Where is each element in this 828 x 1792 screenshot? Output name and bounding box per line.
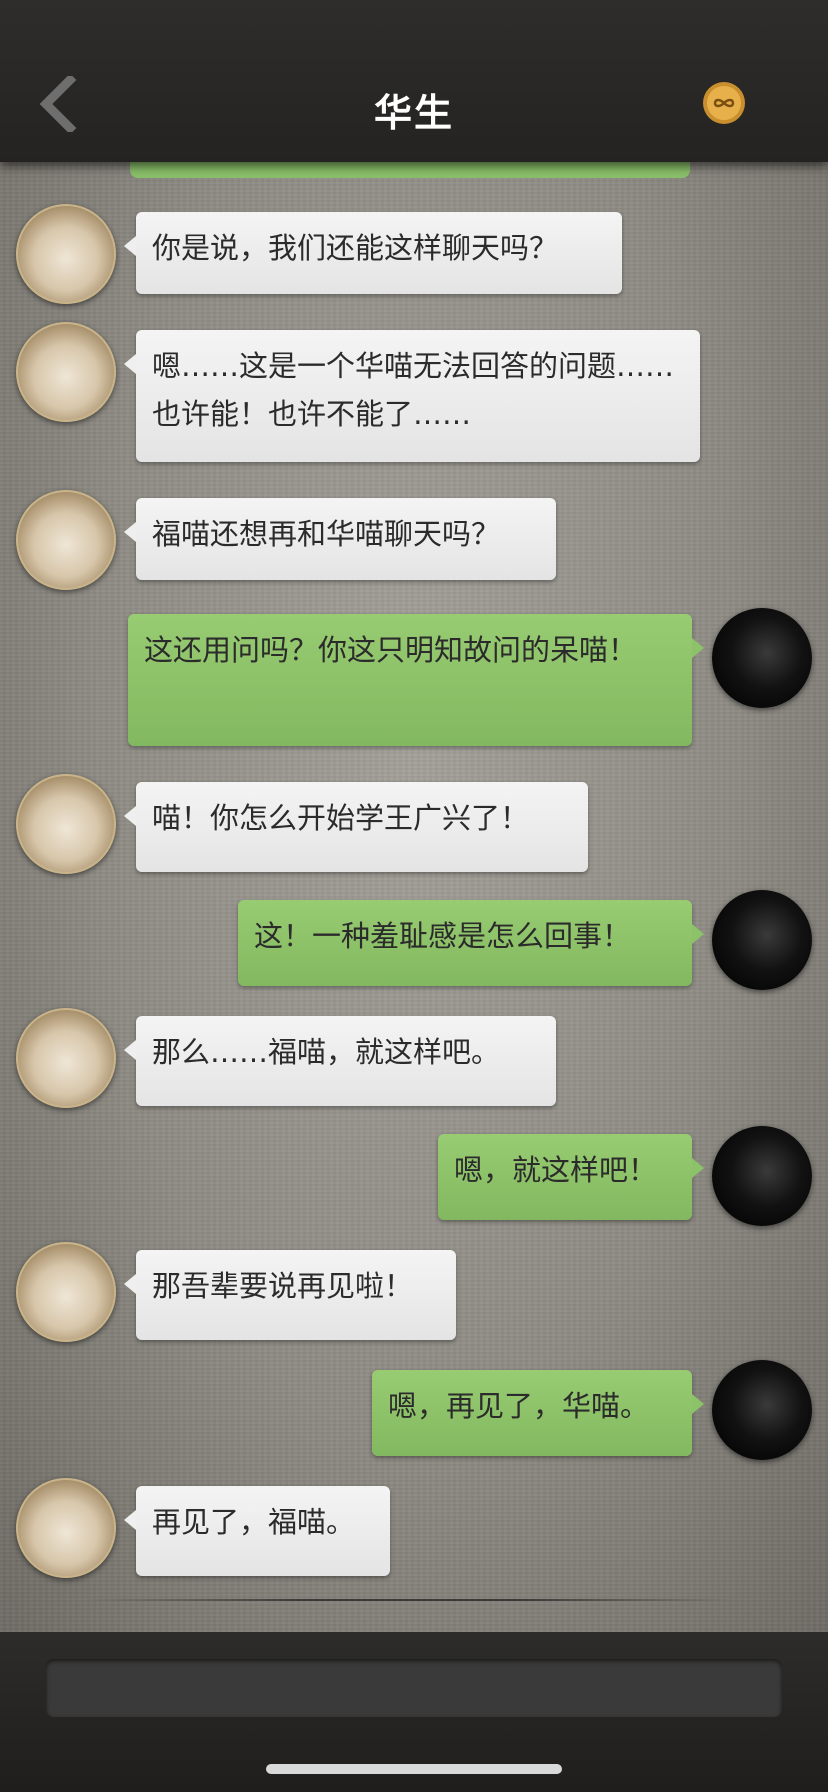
outgoing-message-bubble[interactable]: 这还用问吗？你这只明知故问的呆喵！ <box>128 614 704 746</box>
home-indicator[interactable] <box>266 1764 562 1774</box>
incoming-message-bubble[interactable]: 你是说，我们还能这样聊天吗？ <box>124 212 622 294</box>
user-avatar[interactable] <box>712 890 812 990</box>
user-avatar[interactable] <box>712 1360 812 1460</box>
outgoing-message-bubble[interactable]: 这！一种羞耻感是怎么回事！ <box>238 900 704 986</box>
message-input[interactable] <box>46 1659 782 1717</box>
top-bar: 华生 <box>0 0 828 162</box>
chat-end-divider <box>86 1599 736 1601</box>
incoming-message-bubble[interactable]: 那么……福喵，就这样吧。 <box>124 1016 556 1106</box>
incoming-message-bubble[interactable]: 福喵还想再和华喵聊天吗？ <box>124 498 556 580</box>
outgoing-message-bubble[interactable]: 嗯，就这样吧！ <box>438 1134 704 1220</box>
incoming-message-bubble[interactable]: 喵！你怎么开始学王广兴了！ <box>124 782 588 872</box>
cat-avatar[interactable] <box>16 490 116 590</box>
incoming-message-bubble[interactable]: 嗯……这是一个华喵无法回答的问题……也许能！也许不能了…… <box>124 330 700 462</box>
cat-avatar[interactable] <box>16 322 116 422</box>
cat-avatar[interactable] <box>16 1478 116 1578</box>
cat-avatar[interactable] <box>16 1242 116 1342</box>
user-avatar[interactable] <box>712 1126 812 1226</box>
cat-avatar[interactable] <box>16 774 116 874</box>
incoming-message-bubble[interactable]: 再见了，福喵。 <box>124 1486 390 1576</box>
incoming-message-bubble[interactable]: 那吾辈要说再见啦！ <box>124 1250 456 1340</box>
user-avatar[interactable] <box>712 608 812 708</box>
outgoing-message-bubble[interactable]: 嗯，再见了，华喵。 <box>372 1370 704 1456</box>
cat-avatar[interactable] <box>16 1008 116 1108</box>
infinity-coin-icon[interactable] <box>701 80 747 126</box>
cat-avatar[interactable] <box>16 204 116 304</box>
